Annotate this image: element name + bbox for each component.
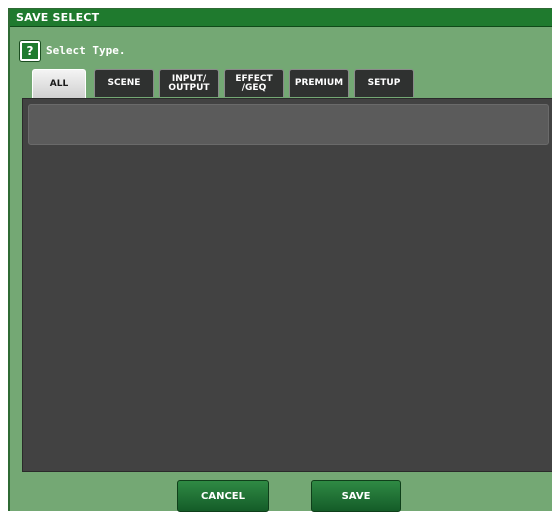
list-item[interactable]: [28, 104, 549, 145]
prompt-text: Select Type.: [46, 44, 126, 57]
tab-scene[interactable]: SCENE: [94, 69, 154, 97]
window-title: SAVE SELECT: [16, 11, 100, 24]
help-icon[interactable]: ?: [20, 41, 40, 61]
title-bar: SAVE SELECT: [10, 9, 552, 27]
tab-all[interactable]: ALL: [32, 69, 86, 99]
tab-effect-geq[interactable]: EFFECT /GEQ: [224, 69, 284, 97]
file-list-panel: [22, 98, 552, 472]
save-select-dialog: SAVE SELECT ? Select Type. ALL SCENE INP…: [8, 8, 552, 512]
save-button[interactable]: SAVE: [311, 480, 401, 512]
cancel-button[interactable]: CANCEL: [177, 480, 269, 512]
tab-input-output[interactable]: INPUT/ OUTPUT: [159, 69, 219, 97]
tab-setup[interactable]: SETUP: [354, 69, 414, 97]
tab-premium[interactable]: PREMIUM: [289, 69, 349, 97]
